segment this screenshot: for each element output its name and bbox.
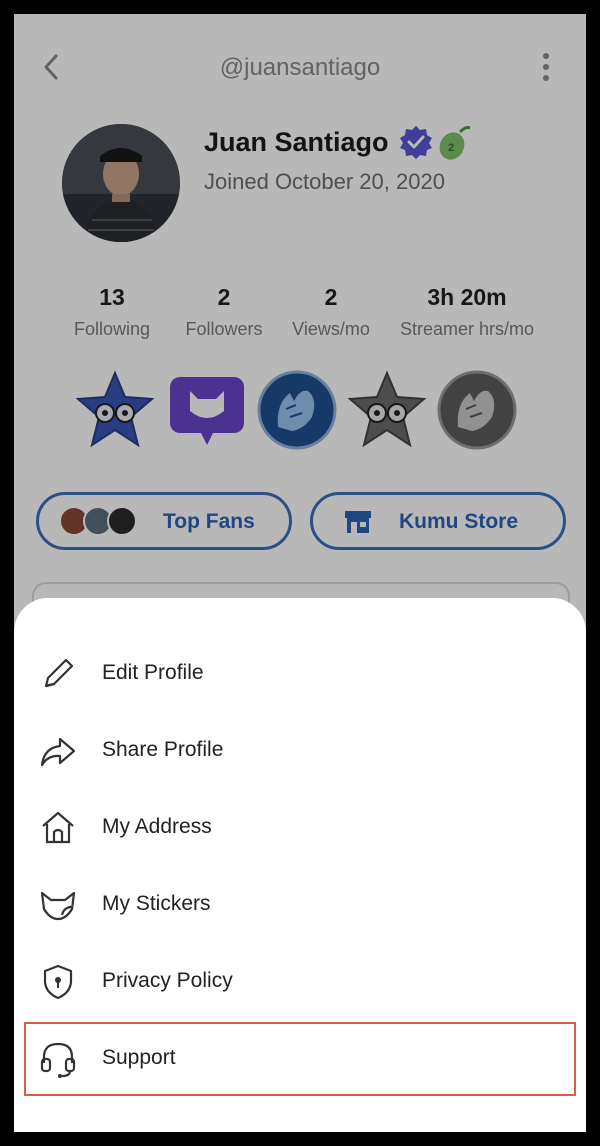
menu-item-edit-profile[interactable]: Edit Profile bbox=[14, 640, 586, 710]
menu-item-share-profile[interactable]: Share Profile bbox=[14, 717, 586, 787]
menu-item-label: Share Profile bbox=[102, 738, 224, 761]
home-icon bbox=[42, 811, 74, 844]
menu-item-label: My Address bbox=[102, 815, 212, 838]
sticker-icon bbox=[40, 891, 76, 921]
menu-item-label: Privacy Policy bbox=[102, 969, 233, 992]
app-screen: @juansantiago Juan Santiago 2 Joined Oct… bbox=[14, 14, 586, 1132]
menu-item-privacy-policy[interactable]: Privacy Policy bbox=[14, 948, 586, 1018]
menu-item-my-address[interactable]: My Address bbox=[14, 794, 586, 864]
share-arrow-icon bbox=[40, 737, 76, 767]
support-highlight-box bbox=[24, 1022, 576, 1096]
shield-icon bbox=[43, 964, 73, 1000]
options-bottom-sheet: Edit Profile Share Profile My Address My… bbox=[14, 598, 586, 1132]
menu-item-label: My Stickers bbox=[102, 892, 211, 915]
menu-item-label: Edit Profile bbox=[102, 661, 204, 684]
pencil-icon bbox=[44, 658, 74, 688]
menu-item-my-stickers[interactable]: My Stickers bbox=[14, 871, 586, 941]
